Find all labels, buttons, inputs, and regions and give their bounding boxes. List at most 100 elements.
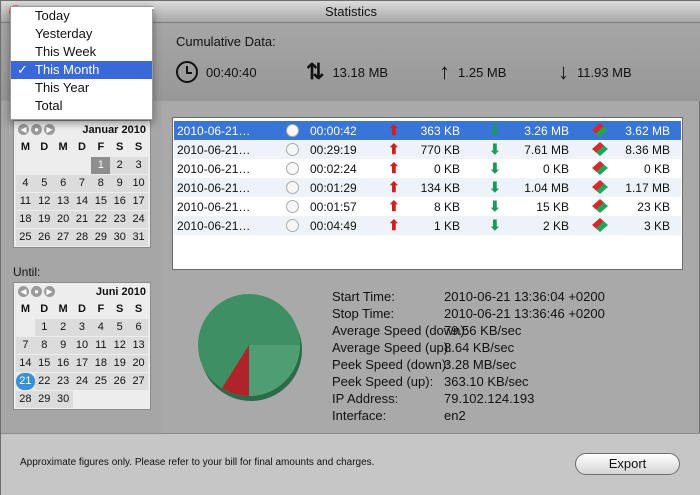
calendar-day[interactable]: 7: [72, 175, 92, 192]
calendar-day[interactable]: 28: [72, 229, 92, 246]
calendar-day[interactable]: 24: [129, 211, 148, 228]
session-date: 2010-06-21…: [177, 219, 251, 233]
calendar-day[interactable]: 19: [110, 355, 130, 372]
period-menu-item[interactable]: This Week: [11, 43, 152, 61]
calendar-day[interactable]: 14: [16, 355, 35, 372]
table-row[interactable]: 2010-06-21… 00:29:19 ⬆ 770 KB ⬇ 7.61 MB 8.36 M…: [174, 140, 681, 159]
cumulative-upload: ↑ 1.25 MB: [439, 61, 506, 83]
calendar-day[interactable]: 9: [110, 175, 130, 192]
session-download: 2 KB: [542, 219, 569, 233]
calendar-day[interactable]: 17: [129, 193, 148, 210]
day-of-week-label: M: [58, 303, 68, 315]
calendar-day[interactable]: 3: [72, 319, 92, 336]
calendar-day[interactable]: 30: [110, 229, 130, 246]
calendar-day[interactable]: 20: [53, 211, 73, 228]
calendar-day[interactable]: 21: [72, 211, 92, 228]
period-menu-item[interactable]: ✓ This Month: [11, 61, 152, 79]
calendar-day[interactable]: 26: [34, 229, 54, 246]
session-upload: 134 KB: [420, 181, 460, 195]
detail-row: Start Time: 2010-06-21 13:36:04 +0200: [332, 289, 605, 306]
calendar-day[interactable]: 3: [129, 157, 148, 174]
calendar-day[interactable]: 23: [110, 211, 130, 228]
calendar-day[interactable]: 29: [91, 229, 111, 246]
period-menu-item[interactable]: This Year: [11, 79, 152, 97]
period-menu-item[interactable]: Yesterday: [11, 25, 152, 43]
calendar-day[interactable]: 20: [129, 355, 148, 372]
calendar-day[interactable]: 5: [110, 319, 130, 336]
calendar-day[interactable]: 28: [16, 391, 35, 408]
from-calendar-grid[interactable]: M D M D F S S 1 2 3 4 5 6 7 8 9 10 11 12 13 14 15 16 17 18 19 20 21…: [14, 138, 150, 247]
calendar-day[interactable]: 18: [91, 355, 111, 372]
calendar-day[interactable]: 8: [34, 337, 54, 354]
calendar-day[interactable]: 18: [16, 211, 35, 228]
calendar-day[interactable]: 14: [72, 193, 92, 210]
calendar-day[interactable]: 4: [91, 319, 111, 336]
calendar-day[interactable]: 5: [34, 175, 54, 192]
calendar-day[interactable]: 11: [91, 337, 111, 354]
calendar-day[interactable]: 25: [91, 373, 111, 390]
calendar-day[interactable]: 16: [110, 193, 130, 210]
calendar-day[interactable]: 16: [53, 355, 73, 372]
calendar-day[interactable]: 31: [129, 229, 148, 246]
calendar-day[interactable]: 17: [72, 355, 92, 372]
calendar-day[interactable]: 29: [34, 391, 54, 408]
calendar-day[interactable]: 1: [34, 319, 54, 336]
calendar-day[interactable]: 4: [16, 175, 35, 192]
detail-value: 3.28 MB/sec: [444, 357, 517, 372]
table-row[interactable]: 2010-06-21… 00:04:49 ⬆ 1 KB ⬇ 2 KB 3 KB: [174, 216, 681, 235]
next-month-icon[interactable]: ▶: [44, 124, 55, 135]
calendar-day[interactable]: 7: [16, 337, 35, 354]
calendar-day[interactable]: 22: [91, 211, 111, 228]
calendar-day[interactable]: 6: [53, 175, 73, 192]
calendar-day[interactable]: 8: [91, 175, 111, 192]
calendar-day[interactable]: 13: [53, 193, 73, 210]
calendar-day[interactable]: 13: [129, 337, 148, 354]
table-row[interactable]: 2010-06-21… 00:02:24 ⬆ 0 KB ⬇ 0 KB 0 KB: [174, 159, 681, 178]
calendar-day[interactable]: 12: [110, 337, 130, 354]
cumulative-total: ⇅ 13.18 MB: [306, 61, 388, 83]
next-month-icon[interactable]: ▶: [44, 286, 55, 297]
calendar-day[interactable]: 15: [91, 193, 111, 210]
today-icon[interactable]: ●: [31, 124, 42, 135]
session-duration: 00:04:49: [310, 219, 357, 233]
calendar-day[interactable]: 6: [129, 319, 148, 336]
calendar-day[interactable]: 24: [72, 373, 92, 390]
calendar-day[interactable]: 9: [53, 337, 73, 354]
calendar-day[interactable]: 23: [53, 373, 73, 390]
sessions-table[interactable]: 2010-06-21… 00:00:42 ⬆ 363 KB ⬇ 3.26 MB 3.62 M…: [172, 117, 683, 270]
calendar-day[interactable]: 30: [53, 391, 73, 408]
calendar-day[interactable]: 26: [110, 373, 130, 390]
day-of-week-label: S: [134, 141, 143, 153]
calendar-day[interactable]: 25: [16, 229, 35, 246]
until-calendar[interactable]: ◀ ● ▶ Juni 2010 M D M D F S S 1 2 3 4 5 6 7 8 9 10 11 12 13…: [13, 282, 151, 410]
calendar-day[interactable]: 27: [53, 229, 73, 246]
previous-month-icon[interactable]: ◀: [18, 124, 29, 135]
table-row[interactable]: 2010-06-21… 00:01:29 ⬆ 134 KB ⬇ 1.04 MB 1.17 M…: [174, 178, 681, 197]
detail-row: Peek Speed (up): 363.10 KB/sec: [332, 374, 605, 391]
calendar-day[interactable]: 1: [91, 157, 111, 174]
session-duration: 00:00:42: [310, 124, 357, 138]
calendar-day[interactable]: 10: [129, 175, 148, 192]
calendar-day[interactable]: 11: [16, 193, 35, 210]
period-menu-item[interactable]: Total: [11, 97, 152, 115]
from-calendar[interactable]: ◀ ● ▶ Januar 2010 M D M D F S S 1 2 3 4 5 6 7 8 9 10 11 12…: [13, 120, 151, 248]
period-menu-item-label: Total: [35, 98, 63, 113]
calendar-day[interactable]: 12: [34, 193, 54, 210]
export-button[interactable]: Export: [575, 453, 680, 475]
calendar-day[interactable]: 15: [34, 355, 54, 372]
calendar-day[interactable]: 22: [34, 373, 54, 390]
table-row[interactable]: 2010-06-21… 00:00:42 ⬆ 363 KB ⬇ 3.26 MB 3.62 M…: [174, 121, 681, 140]
session-upload: 0 KB: [433, 162, 460, 176]
calendar-day[interactable]: 21: [16, 373, 35, 390]
calendar-day[interactable]: 10: [72, 337, 92, 354]
period-menu-item[interactable]: Today: [11, 7, 152, 25]
calendar-day[interactable]: 27: [129, 373, 148, 390]
calendar-day[interactable]: 19: [34, 211, 54, 228]
calendar-day[interactable]: 2: [110, 157, 130, 174]
today-icon[interactable]: ●: [31, 286, 42, 297]
previous-month-icon[interactable]: ◀: [18, 286, 29, 297]
period-popup-menu[interactable]: Today Yesterday This Week ✓ This Month This Y…: [10, 6, 154, 120]
calendar-day[interactable]: 2: [53, 319, 73, 336]
until-calendar-grid[interactable]: M D M D F S S 1 2 3 4 5 6 7 8 9 10 11 12 13 14 15 16 17 18 19 20 21…: [14, 300, 150, 409]
table-row[interactable]: 2010-06-21… 00:01:57 ⬆ 8 KB ⬇ 15 KB 23 KB: [174, 197, 681, 216]
